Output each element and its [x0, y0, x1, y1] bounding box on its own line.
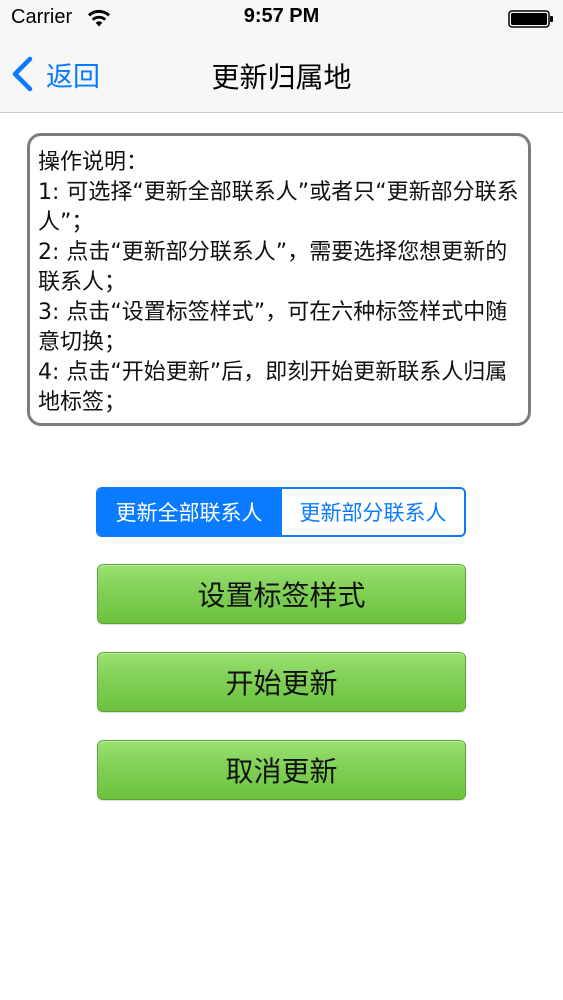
navigation-bar: 返回 更新归属地 — [0, 36, 563, 113]
status-bar: Carrier 9:57 PM — [0, 0, 563, 36]
contact-scope-segmented-control: 更新全部联系人 更新部分联系人 — [96, 487, 466, 537]
segment-update-all-contacts[interactable]: 更新全部联系人 — [98, 489, 280, 535]
battery-icon — [508, 10, 553, 28]
segment-update-some-contacts[interactable]: 更新部分联系人 — [280, 489, 464, 535]
cancel-update-button[interactable]: 取消更新 — [97, 740, 466, 800]
instructions-box: 操作说明： 1: 可选择“更新全部联系人”或者只“更新部分联系人”； 2: 点击… — [27, 133, 531, 426]
start-update-button[interactable]: 开始更新 — [97, 652, 466, 712]
clock-label: 9:57 PM — [243, 5, 320, 27]
page-title: 更新归属地 — [211, 61, 352, 94]
screen: Carrier 9:57 PM 返回 更新归属地 操作说明： 1: 可选择“更新… — [0, 0, 563, 1000]
instructions-text: 操作说明： 1: 可选择“更新全部联系人”或者只“更新部分联系人”； 2: 点击… — [38, 150, 519, 415]
set-label-style-button[interactable]: 设置标签样式 — [97, 564, 466, 624]
